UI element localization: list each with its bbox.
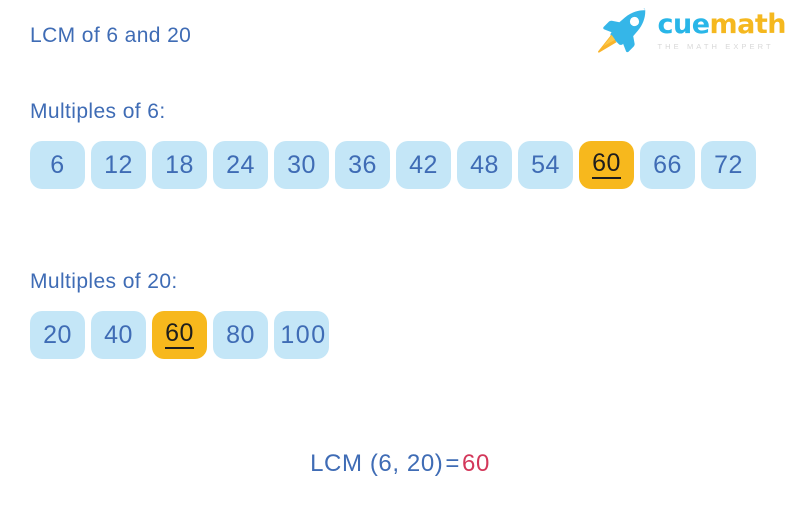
result-value: 60: [462, 450, 490, 477]
number-box-highlighted: 60: [579, 141, 634, 189]
result-operator: =: [445, 450, 461, 477]
page-title: LCM of 6 and 20: [30, 24, 192, 47]
number-box: 30: [274, 141, 329, 189]
number-box-label: 48: [470, 150, 499, 179]
number-box-label: 66: [653, 150, 682, 179]
logo-tagline: THE MATH EXPERT: [657, 42, 774, 52]
multiples-of-20-section: Multiples of 20: 20 40 60 80 100: [0, 270, 800, 359]
number-box-label: 80: [226, 320, 255, 349]
number-box: 54: [518, 141, 573, 189]
number-box: 40: [91, 311, 146, 359]
number-box: 72: [701, 141, 756, 189]
number-box-label: 60: [165, 319, 194, 349]
number-box-label: 100: [280, 320, 327, 349]
number-box: 48: [457, 141, 512, 189]
cuemath-logo: cuemath THE MATH EXPERT: [595, 8, 787, 54]
number-box-highlighted: 60: [152, 311, 207, 359]
number-box: 80: [213, 311, 268, 359]
number-box-label: 30: [287, 150, 316, 179]
logo-word-math: math: [709, 9, 787, 41]
multiples-of-6-row: 6 12 18 24 30 36 42 48 54 60 66 72: [30, 141, 800, 189]
multiples-of-6-section: Multiples of 6: 6 12 18 24 30 36 42 48 54 60 66 72: [0, 100, 800, 189]
number-box-label: 60: [592, 149, 621, 179]
number-box-label: 40: [104, 320, 133, 349]
number-box: 42: [396, 141, 451, 189]
number-box-label: 12: [104, 150, 133, 179]
number-box-label: 72: [714, 150, 743, 179]
number-box-label: 54: [531, 150, 560, 179]
number-box-label: 42: [409, 150, 438, 179]
number-box: 20: [30, 311, 85, 359]
number-box-label: 6: [50, 150, 65, 179]
multiples-of-20-row: 20 40 60 80 100: [30, 311, 800, 359]
number-box-label: 36: [348, 150, 377, 179]
number-box: 66: [640, 141, 695, 189]
rocket-icon: [595, 8, 651, 54]
number-box-label: 24: [226, 150, 255, 179]
number-box-label: 18: [165, 150, 194, 179]
result-expression: LCM (6, 20): [310, 450, 444, 477]
number-box: 36: [335, 141, 390, 189]
number-box: 100: [274, 311, 329, 359]
number-box: 24: [213, 141, 268, 189]
number-box: 6: [30, 141, 85, 189]
logo-word-cue: cue: [657, 9, 710, 41]
result-statement: LCM (6, 20)=60: [0, 450, 800, 478]
multiples-of-20-label: Multiples of 20:: [30, 270, 178, 293]
number-box: 18: [152, 141, 207, 189]
number-box: 12: [91, 141, 146, 189]
logo-wordmark-text: cuemath: [657, 11, 786, 38]
number-box-label: 20: [43, 320, 72, 349]
logo-wordmark: cuemath THE MATH EXPERT: [657, 11, 786, 51]
multiples-of-6-label: Multiples of 6:: [30, 100, 166, 123]
